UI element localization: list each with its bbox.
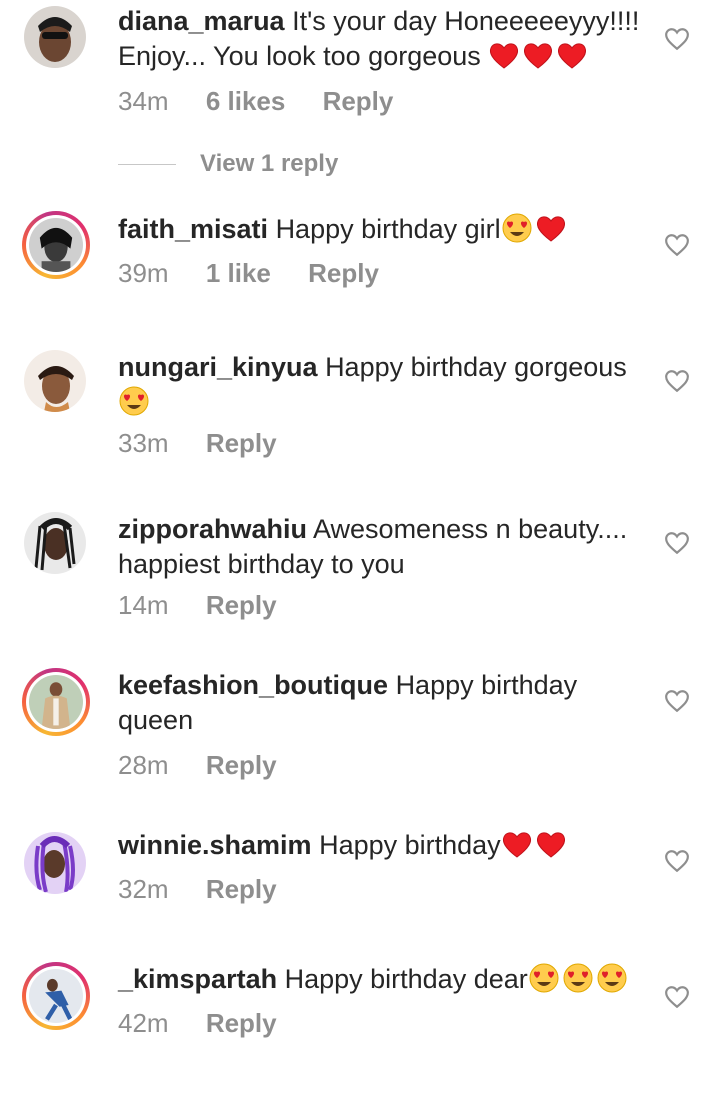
comment-text: nungari_kinyua Happy birthday gorgeous bbox=[118, 350, 648, 420]
red-heart-icon bbox=[502, 832, 531, 858]
comment-meta: 42m Reply bbox=[118, 1008, 307, 1039]
comment-body: Happy birthday bbox=[319, 830, 501, 860]
comment-text: winnie.shamim Happy birthday bbox=[118, 828, 648, 863]
username[interactable]: winnie.shamim bbox=[118, 830, 312, 860]
heart-outline-icon[interactable] bbox=[664, 984, 690, 1010]
heart-outline-icon[interactable] bbox=[664, 368, 690, 394]
comment-meta: 14m Reply bbox=[118, 590, 307, 621]
comment-meta: 32m Reply bbox=[118, 874, 307, 905]
heart-outline-icon[interactable] bbox=[664, 530, 690, 556]
red-heart-icon bbox=[490, 43, 519, 69]
avatar[interactable] bbox=[24, 512, 86, 574]
red-heart-icon bbox=[558, 43, 587, 69]
reply-button[interactable]: Reply bbox=[206, 1008, 277, 1038]
username[interactable]: keefashion_boutique bbox=[118, 670, 388, 700]
avatar[interactable] bbox=[22, 211, 90, 279]
heart-outline-icon[interactable] bbox=[664, 232, 690, 258]
timestamp: 42m bbox=[118, 1008, 169, 1038]
timestamp: 34m bbox=[118, 86, 169, 116]
heart-eyes-emoji-icon bbox=[529, 963, 559, 993]
username[interactable]: _kimspartah bbox=[118, 964, 277, 994]
reply-button[interactable]: Reply bbox=[206, 874, 277, 904]
reply-button[interactable]: Reply bbox=[323, 86, 394, 116]
comment-text: _kimspartah Happy birthday dear bbox=[118, 962, 648, 997]
avatar[interactable] bbox=[24, 350, 86, 412]
comment-meta: 34m 6 likes Reply bbox=[118, 86, 423, 117]
heart-eyes-emoji-icon bbox=[563, 963, 593, 993]
likes-count[interactable]: 1 like bbox=[206, 258, 271, 288]
comment-body: Happy birthday dear bbox=[284, 964, 528, 994]
comment-text: faith_misati Happy birthday girl bbox=[118, 212, 648, 247]
username[interactable]: diana_marua bbox=[118, 6, 285, 36]
heart-eyes-emoji-icon bbox=[597, 963, 627, 993]
heart-eyes-emoji-icon bbox=[119, 386, 149, 416]
timestamp: 14m bbox=[118, 590, 169, 620]
comment-meta: 33m Reply bbox=[118, 428, 307, 459]
reply-button[interactable]: Reply bbox=[206, 590, 277, 620]
reply-button[interactable]: Reply bbox=[206, 750, 277, 780]
avatar[interactable] bbox=[22, 668, 90, 736]
red-heart-icon bbox=[536, 832, 565, 858]
comment-meta: 39m 1 like Reply bbox=[118, 258, 409, 289]
heart-outline-icon[interactable] bbox=[664, 688, 690, 714]
heart-outline-icon[interactable] bbox=[664, 26, 690, 52]
comment-text: diana_marua It's your day Honeeeeeyyy!!!… bbox=[118, 4, 648, 74]
timestamp: 28m bbox=[118, 750, 169, 780]
likes-count[interactable]: 6 likes bbox=[206, 86, 286, 116]
red-heart-icon bbox=[524, 43, 553, 69]
divider-line bbox=[118, 164, 176, 165]
heart-eyes-emoji-icon bbox=[502, 213, 532, 243]
username[interactable]: zipporahwahiu bbox=[118, 514, 307, 544]
heart-outline-icon[interactable] bbox=[664, 848, 690, 874]
avatar[interactable] bbox=[24, 6, 86, 68]
avatar[interactable] bbox=[22, 962, 90, 1030]
comment-text: zipporahwahiu Awesomeness n beauty.... h… bbox=[118, 512, 648, 582]
avatar[interactable] bbox=[24, 832, 86, 894]
comment-text: keefashion_boutique Happy birthday queen bbox=[118, 668, 648, 738]
comment-meta: 28m Reply bbox=[118, 750, 307, 781]
comment-body: Happy birthday girl bbox=[275, 214, 501, 244]
timestamp: 39m bbox=[118, 258, 169, 288]
username[interactable]: faith_misati bbox=[118, 214, 268, 244]
comment-body: Happy birthday gorgeous bbox=[325, 352, 627, 382]
timestamp: 33m bbox=[118, 428, 169, 458]
username[interactable]: nungari_kinyua bbox=[118, 352, 318, 382]
reply-button[interactable]: Reply bbox=[308, 258, 379, 288]
view-replies-label: View 1 reply bbox=[200, 150, 339, 177]
timestamp: 32m bbox=[118, 874, 169, 904]
reply-button[interactable]: Reply bbox=[206, 428, 277, 458]
red-heart-icon bbox=[536, 216, 565, 242]
